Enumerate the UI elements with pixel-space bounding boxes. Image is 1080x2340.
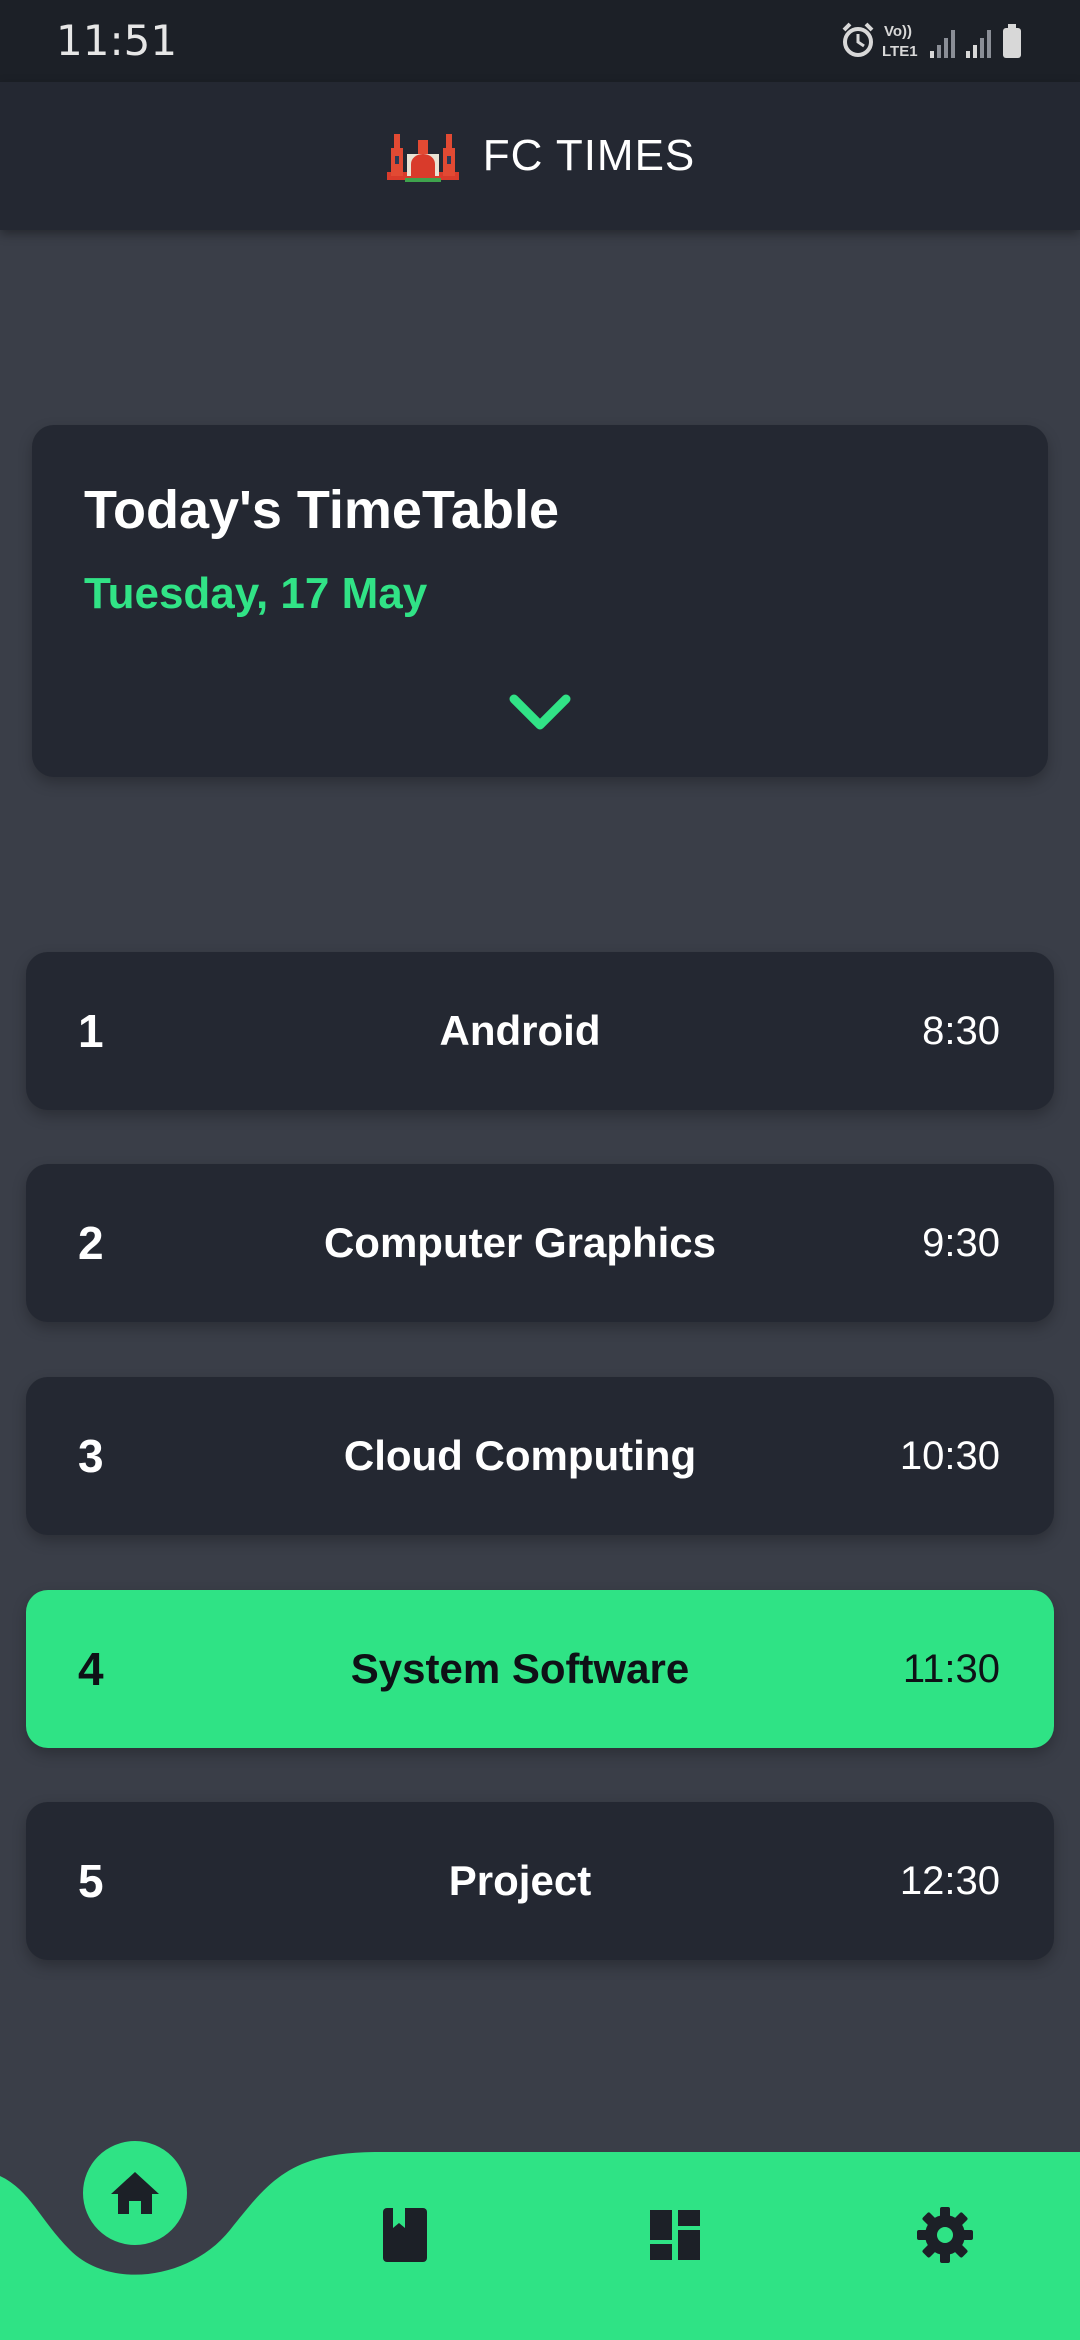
volte-lte-icon: Vo)) LTE1: [882, 23, 918, 60]
expand-button[interactable]: [498, 681, 582, 745]
alarm-icon: [842, 22, 874, 57]
period-time: 9:30: [922, 1221, 1000, 1265]
period-number: 2: [78, 1217, 104, 1269]
dashboard-icon: [650, 2210, 700, 2260]
period-subject: Computer Graphics: [323, 1219, 717, 1266]
app-title: FC TIMES: [482, 131, 696, 180]
period-subject: Android: [439, 1007, 601, 1054]
status-bar: 11:51 Vo)) LTE1: [0, 0, 1080, 82]
svg-text:Vo)): Vo)): [884, 23, 912, 40]
period-row-1[interactable]: 1 Android 8:30: [26, 952, 1054, 1110]
period-number: 1: [78, 1005, 104, 1057]
period-row-3[interactable]: 3 Cloud Computing 10:30: [26, 1377, 1054, 1535]
period-time: 12:30: [899, 1859, 1000, 1903]
signal-icon: [930, 30, 955, 58]
nav-dashboard-button[interactable]: [630, 2190, 720, 2280]
todays-timetable-card: Today's TimeTable Tuesday, 17 May: [32, 425, 1048, 777]
chevron-down-icon: [509, 694, 571, 730]
period-time: 10:30: [899, 1434, 1000, 1478]
period-row-4-current[interactable]: 4 System Software 11:30: [26, 1590, 1054, 1748]
status-time: 11:51: [56, 16, 178, 65]
status-icons: Vo)) LTE1: [840, 18, 1030, 62]
period-subject: Cloud Computing: [343, 1432, 697, 1479]
period-number: 4: [78, 1643, 104, 1695]
timetable-date: Tuesday, 17 May: [84, 569, 428, 618]
period-subject: Project: [448, 1857, 592, 1904]
svg-text:LTE1: LTE1: [882, 43, 918, 60]
period-number: 3: [78, 1430, 104, 1482]
home-icon: [111, 2172, 159, 2214]
period-row-5[interactable]: 5 Project 12:30: [26, 1802, 1054, 1960]
app-bar: FC TIMES: [0, 82, 1080, 230]
period-subject: System Software: [350, 1645, 690, 1692]
nav-home-button[interactable]: [83, 2141, 187, 2245]
nav-settings-button[interactable]: [900, 2190, 990, 2280]
period-number: 5: [78, 1855, 104, 1907]
nav-book-button[interactable]: [360, 2190, 450, 2280]
timetable-title: Today's TimeTable: [84, 480, 559, 540]
gear-icon: [917, 2207, 973, 2263]
signal-icon: [966, 30, 991, 58]
period-time: 11:30: [902, 1647, 1000, 1691]
period-time: 8:30: [922, 1009, 1000, 1053]
book-icon: [383, 2208, 427, 2262]
period-row-2[interactable]: 2 Computer Graphics 9:30: [26, 1164, 1054, 1322]
bottom-navigation: [0, 2130, 1080, 2340]
college-building-logo: [385, 128, 461, 184]
battery-icon: [1003, 24, 1021, 58]
